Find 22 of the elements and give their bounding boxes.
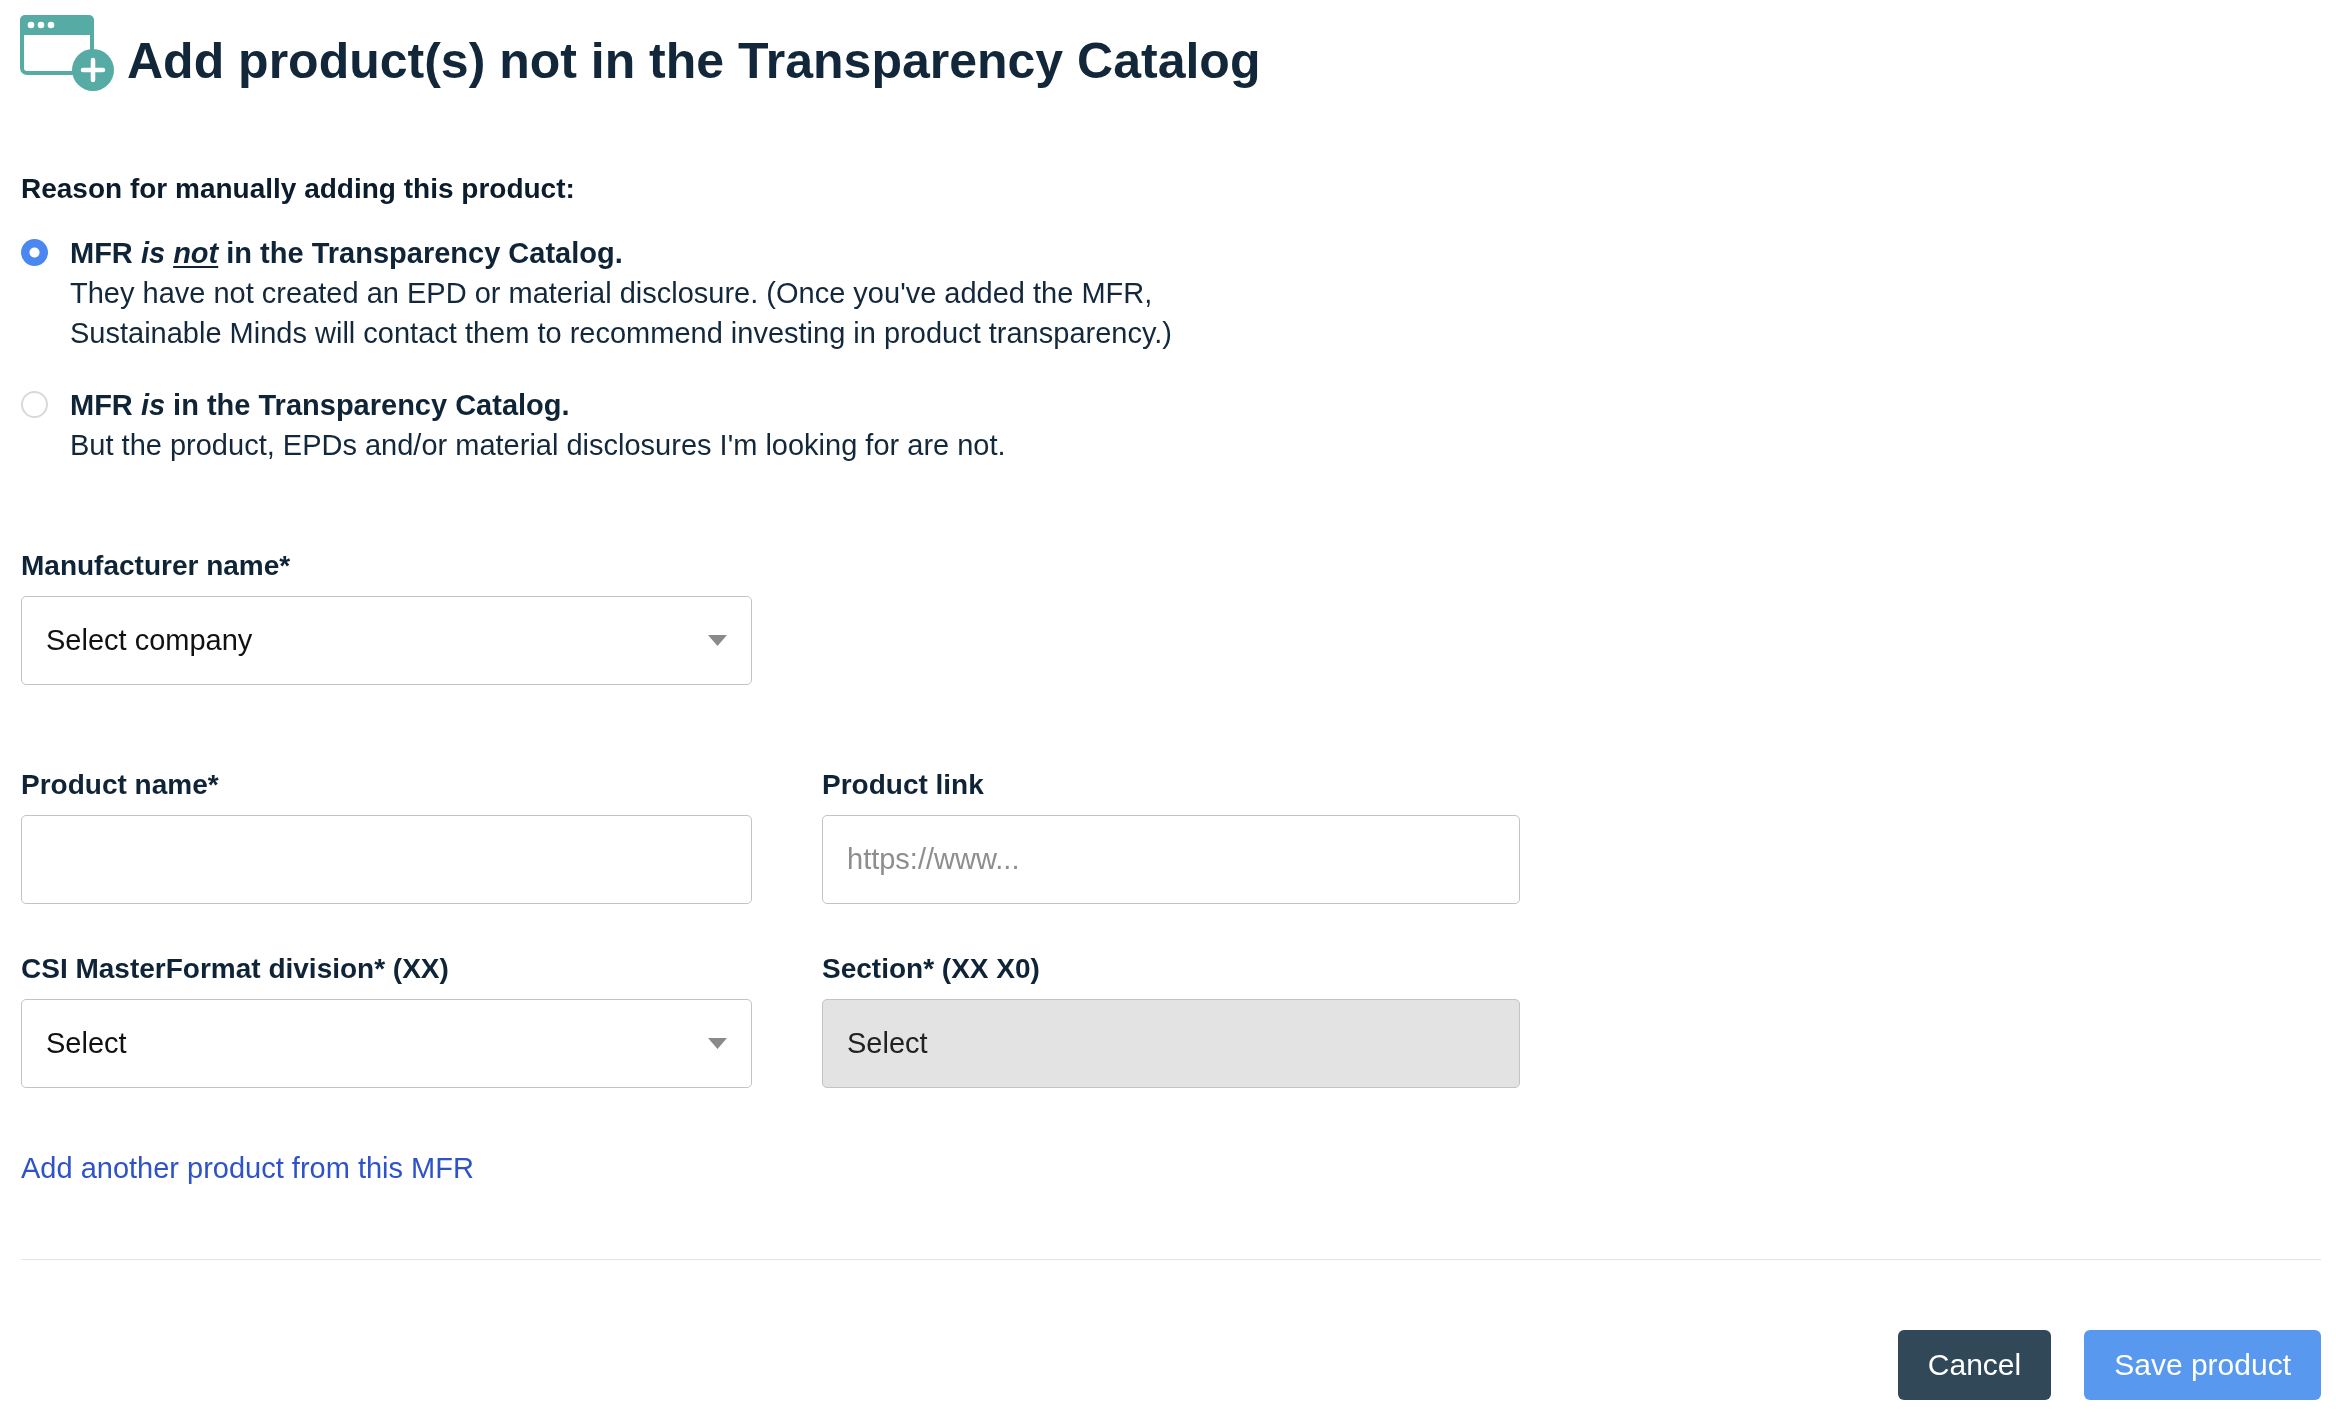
cancel-button[interactable]: Cancel [1897, 1330, 2052, 1400]
caret-icon [708, 635, 727, 646]
field-label: Product name* [21, 768, 219, 802]
select-field[interactable]: Select company [21, 596, 752, 685]
input-field[interactable] [21, 815, 752, 904]
field-label: CSI MasterFormat division* (XX) [21, 952, 449, 986]
field-label: Product link [822, 768, 984, 802]
page-title: Add product(s) not in the Transparency Catalog [127, 33, 1261, 89]
add-window-icon [20, 15, 114, 91]
option-description: They have not created an EPD or material disclosure. (Once you've added the MFR, Sustainable Minds will contact them to recommend investing in product transparency.) [70, 276, 1173, 351]
option-title: MFR is not in the Transparency Catalog. [70, 236, 623, 271]
reason-label: Reason for manually adding this product: [21, 172, 575, 206]
input-field[interactable]: https://www... [822, 815, 1520, 904]
field-label: Section* (XX X0) [822, 952, 1040, 986]
option-description: But the product, EPDs and/or material disclosures I'm looking for are not. [70, 428, 1006, 463]
select-field[interactable]: Select [21, 999, 752, 1088]
radio-button[interactable] [21, 239, 48, 266]
option-title: MFR is in the Transparency Catalog. [70, 388, 570, 423]
radio-button[interactable] [21, 391, 48, 418]
add-product-link[interactable]: Add another product from this MFR [21, 1152, 474, 1184]
caret-icon [708, 1038, 727, 1049]
field-label: Manufacturer name* [21, 549, 291, 583]
